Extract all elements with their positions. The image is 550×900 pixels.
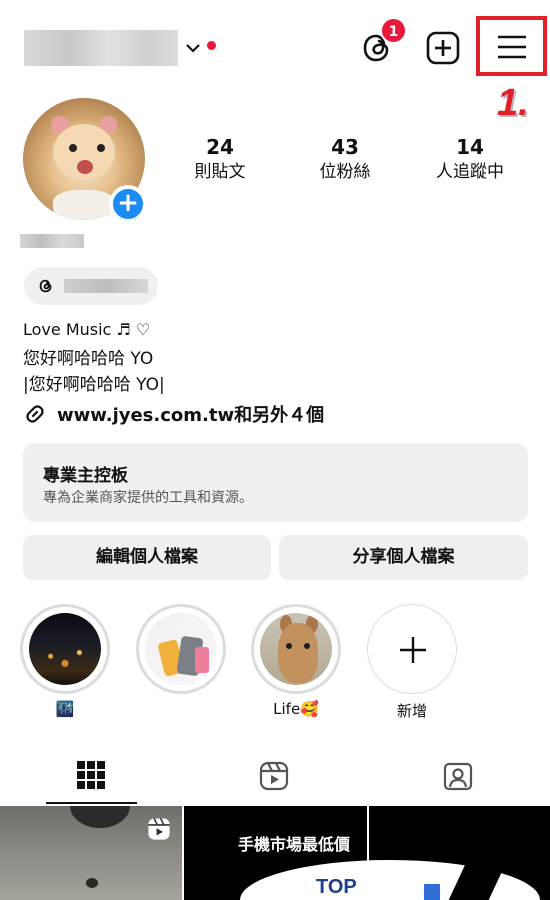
post-thumbnail[interactable]	[0, 806, 182, 900]
step-annotation: 1.	[497, 82, 529, 124]
threads-handle-redacted	[64, 279, 148, 293]
highlight-cover-night-city	[29, 613, 101, 685]
highlight-cover-alpaca	[260, 613, 332, 685]
new-highlight-ring	[367, 604, 457, 694]
new-highlight-button[interactable]: 新增	[365, 604, 459, 720]
edit-profile-button[interactable]: 編輯個人檔案	[23, 535, 271, 580]
stat-following[interactable]: 14 人追蹤中	[415, 134, 525, 184]
profile-tabs	[0, 750, 550, 806]
stat-posts[interactable]: 24 則貼文	[165, 134, 275, 184]
threads-small-icon	[39, 279, 52, 293]
share-profile-button[interactable]: 分享個人檔案	[279, 535, 528, 580]
highlight-item[interactable]	[134, 604, 228, 720]
add-story-plus-icon[interactable]: +	[109, 185, 147, 223]
following-label: 人追蹤中	[436, 162, 504, 182]
tab-tagged[interactable]	[366, 750, 549, 806]
bio-line-3: |您好啊哈哈哈 YO|	[23, 375, 165, 395]
highlight-caption: 🌃	[55, 700, 75, 718]
threads-profile-link[interactable]	[24, 267, 158, 305]
chevron-down-icon[interactable]	[183, 38, 203, 58]
active-tab-indicator	[46, 802, 137, 804]
new-highlight-label: 新增	[396, 702, 427, 720]
link-icon	[26, 405, 44, 423]
highlight-item[interactable]: Life🥰	[249, 604, 343, 720]
reels-icon	[259, 761, 289, 791]
dashboard-title: 專業主控板	[43, 466, 128, 486]
followers-count: 43	[331, 135, 359, 159]
link-text[interactable]: www.jyes.com.tw和另外４個	[57, 401, 324, 427]
professional-dashboard-card[interactable]: 專業主控板 專為企業商家提供的工具和資源。	[23, 443, 528, 522]
highlight-ring	[251, 604, 341, 694]
highlight-item[interactable]: 🌃	[18, 604, 112, 720]
highlight-ring	[136, 604, 226, 694]
bio-line-2: 您好啊哈哈哈 YO	[23, 349, 154, 369]
highlight-caption	[134, 700, 228, 720]
create-post-icon[interactable]	[424, 29, 462, 67]
account-notification-dot	[207, 41, 216, 50]
plus-icon	[400, 637, 426, 663]
promo-blue-mark	[424, 884, 440, 900]
followers-label: 位粉絲	[319, 162, 371, 182]
promo-brand-text: TOP	[316, 876, 357, 898]
dashboard-subtitle: 專為企業商家提供的工具和資源。	[43, 490, 253, 506]
highlight-ring	[20, 604, 110, 694]
tagged-person-icon	[443, 762, 473, 791]
grid-icon	[77, 761, 105, 789]
stat-followers[interactable]: 43 位粉絲	[290, 134, 400, 184]
posts-label: 則貼文	[194, 162, 246, 182]
top-bar: 1 1.	[0, 0, 550, 124]
highlight-cover-phones	[145, 613, 217, 685]
promo-text: 手機市場最低價	[238, 835, 351, 854]
hamburger-menu-icon	[498, 35, 526, 59]
reel-indicator-icon	[148, 818, 170, 840]
menu-button[interactable]	[476, 16, 547, 76]
threads-notification-badge: 1	[380, 17, 407, 44]
tab-reels[interactable]	[183, 750, 366, 806]
following-count: 14	[456, 135, 484, 159]
tab-posts-grid[interactable]	[0, 750, 183, 806]
highlight-caption: Life🥰	[273, 700, 319, 718]
bio-line-1: Love Music ♬ ♡	[23, 320, 151, 339]
posts-count: 24	[206, 135, 234, 159]
display-name-redacted	[20, 234, 84, 248]
username-redacted[interactable]	[24, 30, 178, 66]
